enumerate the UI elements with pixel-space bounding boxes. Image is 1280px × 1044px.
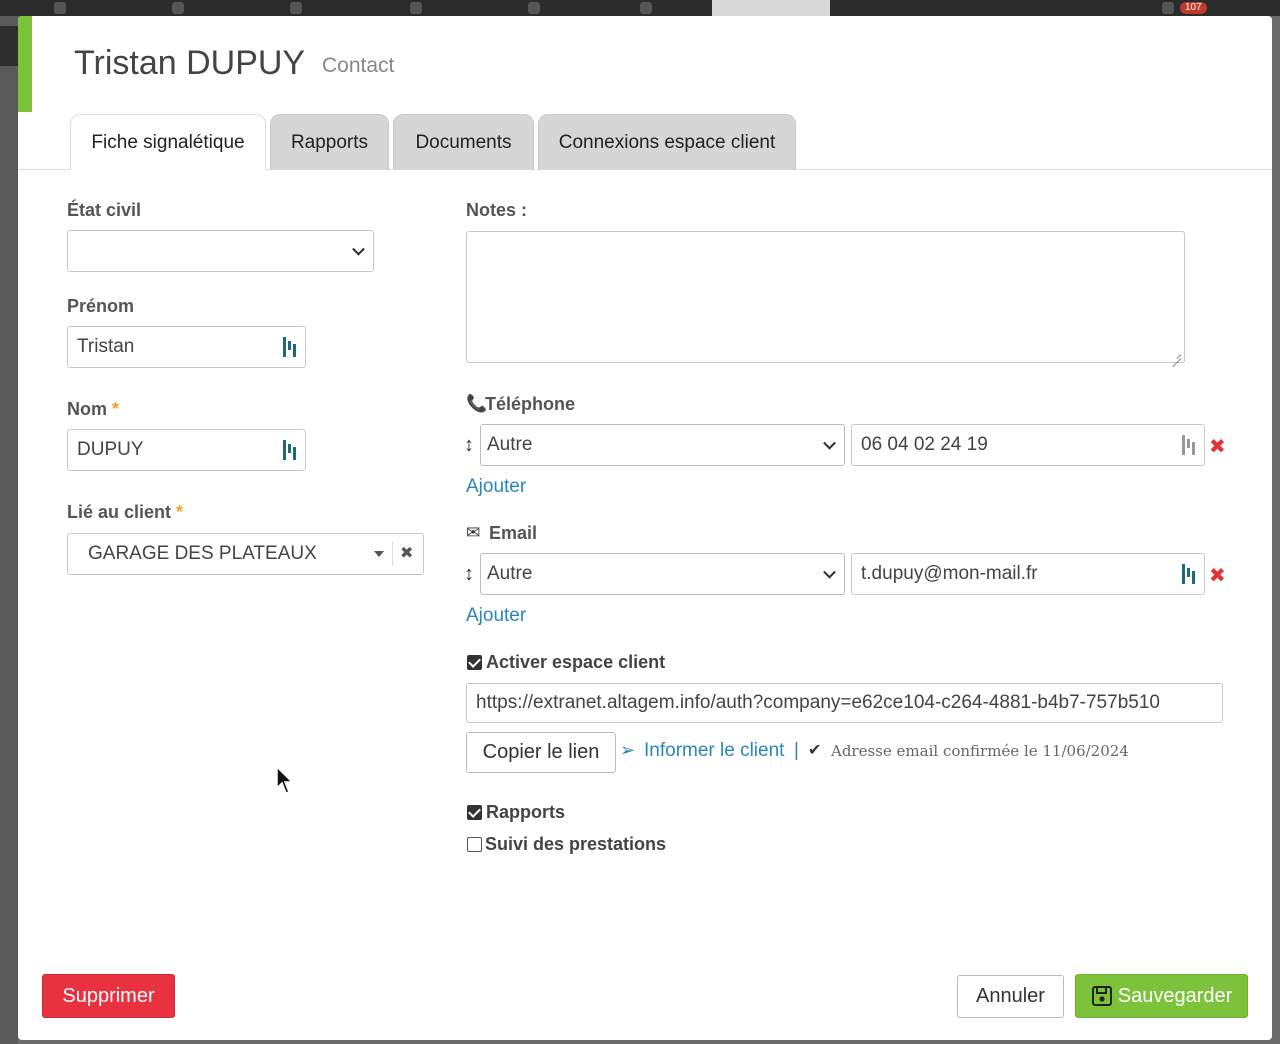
clear-icon[interactable]: ✖ bbox=[400, 543, 413, 563]
floppy-disk-icon bbox=[1091, 986, 1112, 1006]
activer-espace-client-checkbox[interactable] bbox=[467, 655, 482, 670]
telephone-label: Téléphone bbox=[485, 394, 576, 414]
etat-civil-label: État civil bbox=[67, 200, 142, 220]
chevron-down-icon bbox=[823, 436, 836, 450]
tab-fiche-signaletique[interactable]: Fiche signalétique bbox=[70, 114, 266, 170]
remove-email-icon[interactable]: ✖ bbox=[1209, 563, 1226, 588]
modal-title: Tristan DUPUY bbox=[74, 44, 306, 82]
tab-documents[interactable]: Documents bbox=[393, 114, 534, 170]
drag-handle-icon[interactable]: ↕ bbox=[464, 563, 474, 586]
email-label: Email bbox=[489, 523, 538, 543]
inform-client-link[interactable]: Informer le client bbox=[644, 740, 784, 762]
add-telephone-link[interactable]: Ajouter bbox=[466, 476, 526, 498]
bg-notification-badge: 107 bbox=[1180, 2, 1207, 14]
telephone-type-select[interactable]: Autre bbox=[480, 424, 845, 466]
bg-list-icon bbox=[640, 2, 652, 14]
delete-button[interactable]: Supprimer bbox=[42, 974, 175, 1018]
nom-input[interactable]: DUPUY bbox=[67, 429, 306, 471]
rapports-checkbox[interactable] bbox=[467, 805, 482, 820]
modal-accent-bar bbox=[18, 16, 32, 112]
client-select[interactable]: GARAGE DES PLATEAUX ✖ bbox=[67, 533, 424, 575]
dictation-icon[interactable] bbox=[283, 337, 299, 357]
modal-subtitle: Contact bbox=[322, 54, 395, 77]
bg-edit-icon bbox=[410, 2, 422, 14]
etat-civil-select[interactable] bbox=[67, 230, 374, 272]
chevron-down-icon bbox=[352, 242, 365, 256]
bg-active-menu bbox=[712, 0, 830, 16]
activer-espace-client-label: Activer espace client bbox=[486, 652, 666, 672]
espace-client-url-input[interactable]: https://extranet.altagem.info/auth?compa… bbox=[466, 683, 1223, 723]
add-email-link[interactable]: Ajouter bbox=[466, 605, 526, 627]
chevron-down-icon bbox=[823, 565, 836, 579]
nom-label: Nom * bbox=[67, 399, 120, 419]
envelope-icon: ✉ bbox=[466, 523, 481, 542]
rapports-label: Rapports bbox=[486, 802, 566, 822]
notes-label: Notes : bbox=[466, 200, 528, 220]
background-toolbar: 107 bbox=[0, 0, 1280, 16]
tab-connexions-espace-client[interactable]: Connexions espace client bbox=[538, 114, 796, 170]
bg-headset-icon bbox=[54, 2, 66, 14]
dictation-icon[interactable] bbox=[1182, 564, 1198, 584]
resize-handle[interactable] bbox=[1171, 349, 1181, 359]
email-confirmed-text: Adresse email confirmée le 11/06/2024 bbox=[831, 742, 1129, 760]
copy-link-button[interactable]: Copier le lien bbox=[466, 732, 616, 773]
remove-telephone-icon[interactable]: ✖ bbox=[1209, 434, 1226, 459]
contact-modal: Tristan DUPUY Contact Fiche signalétique… bbox=[18, 16, 1272, 1040]
bg-calendar-icon bbox=[172, 2, 184, 14]
separator: | bbox=[794, 740, 799, 761]
suivi-prestations-checkbox[interactable] bbox=[467, 837, 482, 852]
drag-handle-icon[interactable]: ↕ bbox=[464, 434, 474, 457]
checkmark-icon: ✔ bbox=[808, 742, 822, 759]
save-button[interactable]: Sauvegarder bbox=[1075, 974, 1248, 1018]
suivi-prestations-label: Suivi des prestations bbox=[485, 834, 667, 854]
bg-bell-icon bbox=[1162, 2, 1174, 14]
notes-textarea[interactable] bbox=[466, 231, 1185, 363]
phone-icon: 📞 bbox=[466, 394, 488, 413]
telephone-input[interactable]: 06 04 02 24 19 bbox=[851, 424, 1205, 466]
prenom-label: Prénom bbox=[67, 296, 135, 316]
prenom-input[interactable]: Tristan bbox=[67, 326, 306, 368]
email-type-select[interactable]: Autre bbox=[480, 553, 845, 595]
client-label: Lié au client * bbox=[67, 502, 184, 522]
email-input[interactable]: t.dupuy@mon-mail.fr bbox=[851, 553, 1205, 595]
tab-rapports[interactable]: Rapports bbox=[270, 114, 389, 170]
dictation-icon[interactable] bbox=[1182, 435, 1198, 455]
bg-location-icon bbox=[290, 2, 302, 14]
bg-book-icon bbox=[528, 2, 540, 14]
background-sidebar bbox=[0, 16, 18, 1044]
send-icon: ➢ bbox=[620, 740, 636, 760]
caret-down-icon bbox=[374, 551, 384, 557]
cancel-button[interactable]: Annuler bbox=[957, 975, 1064, 1018]
dictation-icon[interactable] bbox=[283, 440, 299, 460]
mouse-pointer-icon bbox=[276, 766, 294, 794]
